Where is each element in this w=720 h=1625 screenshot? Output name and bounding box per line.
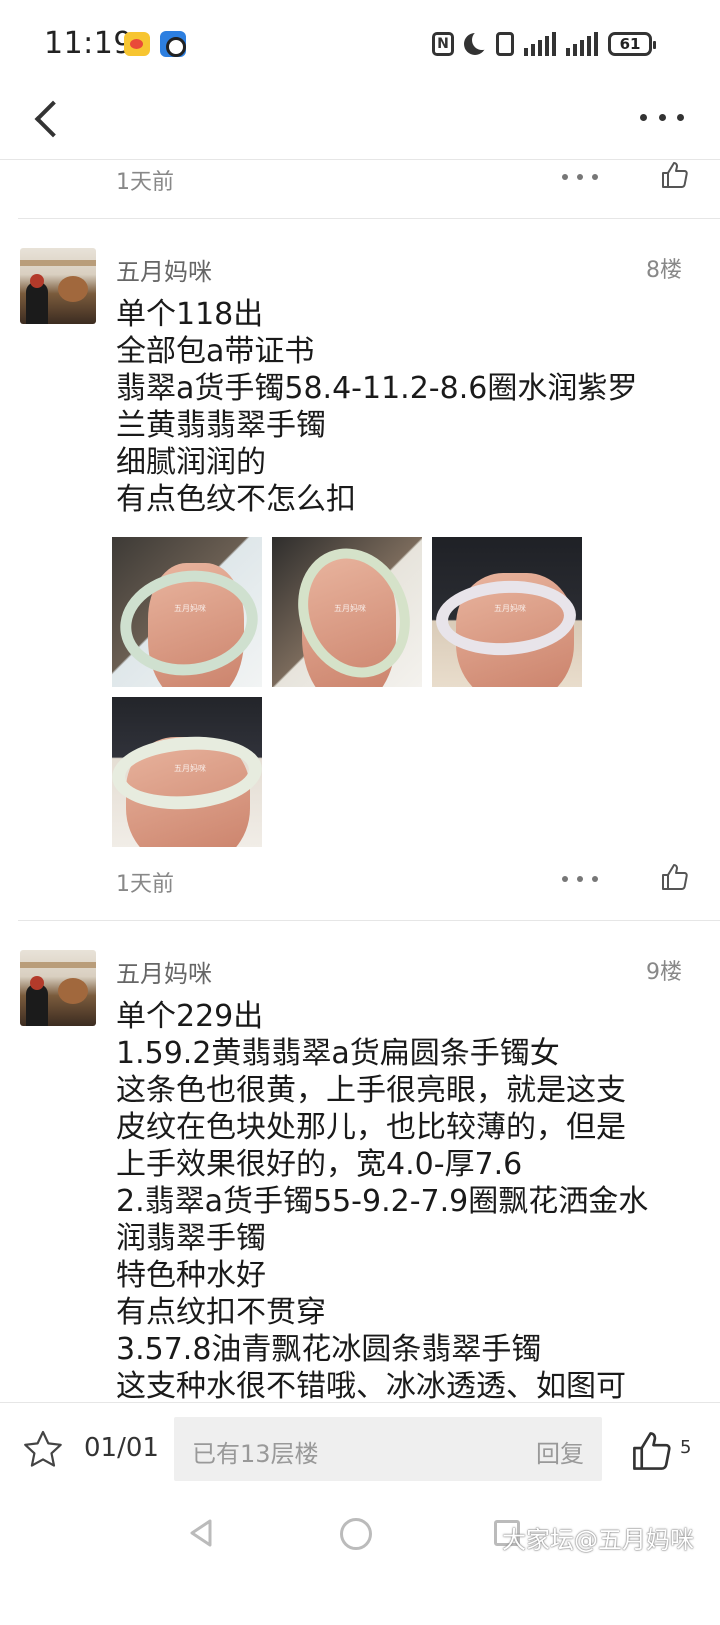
post-line: 这条色也很黄，上手很亮眼，就是这支: [116, 1073, 626, 1108]
nfc-icon: N: [432, 32, 454, 56]
post-line: 细腻润润的: [116, 445, 266, 480]
weibo-notification-icon: [124, 32, 150, 56]
page-indicator[interactable]: 01/01: [84, 1433, 159, 1463]
username[interactable]: 五月妈咪: [116, 252, 212, 287]
status-bar: 11:19 N 61: [0, 0, 720, 88]
divider: [18, 218, 720, 219]
post-time: 1天前: [116, 170, 174, 195]
bottom-action-bar: 01/01 已有13层楼 回复 5: [0, 1402, 720, 1500]
like-count: 5: [680, 1437, 692, 1458]
reply-button[interactable]: 回复: [536, 1434, 584, 1469]
reply-placeholder: 已有13层楼: [192, 1440, 319, 1468]
floor-number: 9楼: [646, 960, 682, 985]
post-line: 有点色纹不怎么扣: [116, 482, 356, 517]
nav-back-icon[interactable]: [186, 1518, 216, 1548]
post-line: 有点纹扣不贯穿: [116, 1295, 326, 1330]
post-line: 皮纹在色块处那儿，也比较薄的，但是: [116, 1110, 626, 1145]
watermark: 大家坛@五月妈咪: [502, 1526, 694, 1554]
post-more-icon[interactable]: [562, 174, 598, 184]
signal-icon: [524, 32, 556, 56]
username[interactable]: 五月妈咪: [116, 954, 212, 989]
post-content: 单个229出 1.59.2黄翡翡翠a货扁圆条手镯女 这条色也很黄，上手很亮眼，就…: [116, 998, 676, 1405]
signal-icon-2: [566, 32, 598, 56]
post-image[interactable]: 五月妈咪: [112, 537, 262, 687]
post-time: 1天前: [116, 872, 174, 897]
post-image[interactable]: 五月妈咪: [432, 537, 582, 687]
vibrate-icon: [496, 32, 514, 56]
status-time: 11:19: [44, 26, 133, 61]
post-line: 润翡翠手镯: [116, 1221, 266, 1256]
status-indicators: N 61: [432, 28, 656, 60]
post-line: 上手效果很好的，宽4.0-厚7.6: [116, 1147, 523, 1182]
star-icon[interactable]: [22, 1429, 64, 1471]
post-image[interactable]: 五月妈咪: [272, 537, 422, 687]
avatar[interactable]: [20, 950, 96, 1026]
post-line: 单个229出: [116, 999, 264, 1034]
post-line: 这支种水很不错哦、冰冰透透、如图可: [116, 1369, 626, 1404]
post-line: 3.57.8油青飘花冰圆条翡翠手镯: [116, 1332, 542, 1367]
thumbs-up-icon[interactable]: [630, 1429, 674, 1473]
post-line: 1.59.2黄翡翡翠a货扁圆条手镯女: [116, 1036, 560, 1071]
more-options-icon[interactable]: [640, 110, 684, 124]
floor-number: 8楼: [646, 258, 682, 283]
post-meta-row: 1天前: [0, 150, 720, 210]
back-icon[interactable]: [30, 98, 60, 138]
post-image[interactable]: 五月妈咪: [112, 697, 262, 847]
post-more-icon[interactable]: [562, 876, 598, 886]
do-not-disturb-icon: [464, 30, 492, 55]
system-nav-bar: 大家坛@五月妈咪: [0, 1500, 720, 1625]
post-line: 单个118出: [116, 297, 264, 332]
reply-input[interactable]: 已有13层楼 回复: [174, 1417, 602, 1481]
post-line: 特色种水好: [116, 1258, 266, 1293]
post-content: 单个118出 全部包a带证书 翡翠a货手镯58.4-11.2-8.6圈水润紫罗 …: [116, 296, 676, 518]
post-meta-row: 1天前: [0, 852, 720, 912]
divider: [18, 920, 720, 921]
post-line: 全部包a带证书: [116, 334, 315, 369]
post-line: 翡翠a货手镯58.4-11.2-8.6圈水润紫罗: [116, 371, 638, 406]
thumbs-up-icon[interactable]: [660, 160, 690, 190]
avatar[interactable]: [20, 248, 96, 324]
post-line: 兰黄翡翡翠手镯: [116, 408, 326, 443]
thumbs-up-icon[interactable]: [660, 862, 690, 892]
app-notification-icon: [160, 31, 186, 57]
post-line: 2.翡翠a货手镯55-9.2-7.9圈飘花洒金水: [116, 1184, 649, 1219]
nav-home-icon[interactable]: [340, 1518, 372, 1550]
battery-icon: 61: [608, 32, 656, 56]
